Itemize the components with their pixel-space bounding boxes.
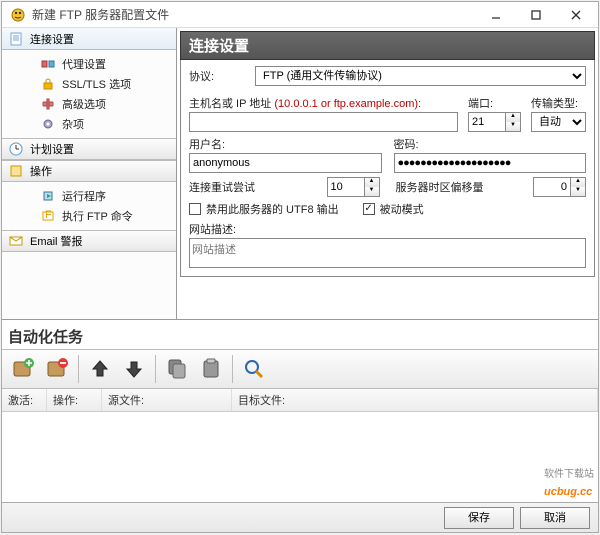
titlebar: 新建 FTP 服务器配置文件 <box>2 2 598 28</box>
sidebar-item-label: SSL/TLS 选项 <box>62 76 131 92</box>
host-input[interactable] <box>189 112 458 132</box>
port-label: 端口: <box>468 95 521 111</box>
sidebar-item-misc[interactable]: 杂项 <box>2 114 176 134</box>
maximize-button[interactable] <box>516 3 556 27</box>
host-label: 主机名或 IP 地址 (10.0.0.1 or ftp.example.com)… <box>189 95 458 111</box>
automation-title: 自动化任务 <box>2 320 598 349</box>
automation-toolbar <box>2 349 598 389</box>
move-up-button[interactable] <box>84 353 116 385</box>
sitedesc-textarea[interactable] <box>189 238 586 268</box>
passive-checkbox[interactable]: 被动模式 <box>363 201 424 217</box>
sidebar-item-run[interactable]: 运行程序 <box>2 186 176 206</box>
search-button[interactable] <box>238 353 270 385</box>
paste-button[interactable] <box>195 353 227 385</box>
sidebar-item-label: 高级选项 <box>62 96 106 112</box>
cancel-button[interactable]: 取消 <box>520 507 590 529</box>
svg-text:F: F <box>45 209 52 221</box>
proxy-icon <box>40 56 56 72</box>
tools-icon <box>40 96 56 112</box>
checkbox-icon <box>363 203 375 215</box>
retry-down[interactable]: ▼ <box>365 187 379 196</box>
gear-icon <box>40 116 56 132</box>
sidebar-item-label: 杂项 <box>62 116 84 132</box>
sidebar-item-ftpcmd[interactable]: F 执行 FTP 命令 <box>2 206 176 226</box>
sidebar-tab-email[interactable]: Email 警报 <box>2 230 176 252</box>
mail-icon <box>8 233 24 249</box>
remove-task-button[interactable] <box>41 353 73 385</box>
sidebar-item-ssl[interactable]: SSL/TLS 选项 <box>2 74 176 94</box>
username-input[interactable] <box>189 153 382 173</box>
tz-label: 服务器时区偏移量 <box>390 179 524 195</box>
tz-input[interactable] <box>533 177 571 197</box>
checkbox-icon <box>189 203 201 215</box>
retry-input[interactable] <box>327 177 365 197</box>
user-label: 用户名: <box>189 136 382 152</box>
col-active[interactable]: 激活: <box>2 389 47 411</box>
copy-button[interactable] <box>161 353 193 385</box>
protocol-select[interactable]: FTP (通用文件传输协议) <box>255 66 586 86</box>
col-action[interactable]: 操作: <box>47 389 102 411</box>
pass-label: 密码: <box>394 136 587 152</box>
automation-panel: 自动化任务 激活: 操作: 源文件: 目标文件: <box>2 320 598 502</box>
sidebar-item-label: 执行 FTP 命令 <box>62 208 133 224</box>
sidebar-item-proxy[interactable]: 代理设置 <box>2 54 176 74</box>
automation-grid-header: 激活: 操作: 源文件: 目标文件: <box>2 389 598 412</box>
port-up[interactable]: ▲ <box>506 113 520 122</box>
sidebar-tab-connection[interactable]: 连接设置 <box>2 28 176 50</box>
window-title: 新建 FTP 服务器配置文件 <box>32 6 476 23</box>
sidebar: 连接设置 代理设置 SSL/TLS 选项 高级选项 <box>2 28 177 319</box>
sidebar-tab-schedule[interactable]: 计划设置 <box>2 138 176 160</box>
run-icon <box>40 188 56 204</box>
tz-down[interactable]: ▼ <box>571 187 585 196</box>
port-input[interactable] <box>468 112 506 132</box>
port-down[interactable]: ▼ <box>506 122 520 131</box>
sidebar-item-advanced[interactable]: 高级选项 <box>2 94 176 114</box>
document-icon <box>8 31 24 47</box>
dialog-window: 新建 FTP 服务器配置文件 连接设置 代理设置 <box>1 1 599 533</box>
app-icon <box>10 7 26 23</box>
clock-icon <box>8 141 24 157</box>
sidebar-item-label: 运行程序 <box>62 188 106 204</box>
content-panel: 连接设置 协议: FTP (通用文件传输协议) 主机名或 IP 地址 (10.0… <box>177 28 598 319</box>
sidebar-item-label: 代理设置 <box>62 56 106 72</box>
minimize-button[interactable] <box>476 3 516 27</box>
tz-up[interactable]: ▲ <box>571 178 585 187</box>
retry-up[interactable]: ▲ <box>365 178 379 187</box>
retry-label: 连接重试尝试 <box>189 179 317 195</box>
col-target[interactable]: 目标文件: <box>232 389 598 411</box>
sidebar-label: 连接设置 <box>30 31 74 47</box>
command-icon: F <box>40 208 56 224</box>
actions-icon <box>8 163 24 179</box>
sidebar-tab-actions[interactable]: 操作 <box>2 160 176 182</box>
sitedesc-label: 网站描述: <box>189 221 586 237</box>
sidebar-label: 计划设置 <box>30 141 74 157</box>
sidebar-label: 操作 <box>30 163 52 179</box>
add-task-button[interactable] <box>7 353 39 385</box>
close-button[interactable] <box>556 3 596 27</box>
automation-grid[interactable] <box>2 412 598 502</box>
dialog-footer: 保存 取消 <box>2 502 598 532</box>
col-source[interactable]: 源文件: <box>102 389 232 411</box>
section-title: 连接设置 <box>180 31 595 60</box>
connection-form: 协议: FTP (通用文件传输协议) 主机名或 IP 地址 (10.0.0.1 … <box>180 60 595 277</box>
move-down-button[interactable] <box>118 353 150 385</box>
save-button[interactable]: 保存 <box>444 507 514 529</box>
protocol-label: 协议: <box>189 68 249 84</box>
transfer-label: 传输类型: <box>531 95 586 111</box>
password-input[interactable] <box>394 153 587 173</box>
sidebar-label: Email 警报 <box>30 233 83 249</box>
transfer-select[interactable]: 自动 <box>531 112 586 132</box>
lock-icon <box>40 76 56 92</box>
utf8-checkbox[interactable]: 禁用此服务器的 UTF8 输出 <box>189 201 339 217</box>
